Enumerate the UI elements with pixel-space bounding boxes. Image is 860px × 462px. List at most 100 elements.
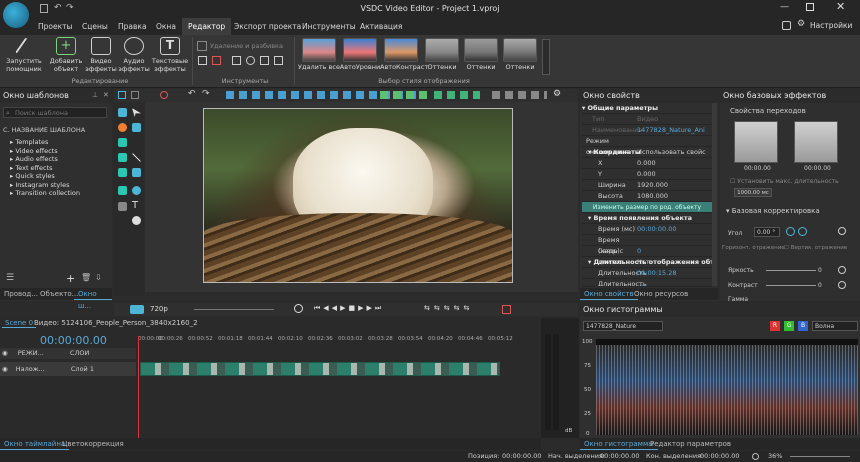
panel-close-icon[interactable]: ✕ — [103, 91, 109, 99]
rotate-icon[interactable] — [246, 56, 255, 65]
flip-vertical-checkbox[interactable]: ☐ Вертик. отражение — [784, 245, 847, 251]
menu-editor[interactable]: Редактор — [182, 18, 232, 35]
rotate-left-icon[interactable] — [786, 227, 795, 236]
brightness-slider[interactable] — [766, 270, 816, 271]
tree-item[interactable]: ▸ Templates — [10, 138, 80, 147]
prop-row[interactable]: Тип Видео — [582, 114, 712, 125]
cut-tool-icon[interactable] — [197, 41, 207, 51]
histogram-mode-select[interactable]: Волна — [812, 321, 858, 331]
menu-edit[interactable]: Правка — [112, 18, 153, 35]
prop-row[interactable]: Режим смешивания Использовать свойс — [582, 136, 712, 156]
pointer-tool-icon[interactable] — [132, 108, 141, 117]
template-search-input[interactable]: ⌕ Поиск шаблона — [3, 107, 107, 118]
arrange-icons[interactable] — [380, 91, 430, 99]
prop-row[interactable]: Наименование1477828_Nature_Ani — [582, 125, 712, 136]
close-button[interactable]: ✕ — [836, 0, 845, 13]
eye-icon[interactable]: ◉ — [2, 365, 8, 373]
tree-item[interactable]: ▸ Instagram styles — [10, 181, 80, 190]
line-tool-icon[interactable] — [132, 153, 141, 162]
display-icons[interactable] — [492, 91, 547, 99]
more-tools-icon[interactable] — [274, 56, 283, 65]
timeline-ruler[interactable]: 00:00:00 00:00:26 00:00:52 00:01:18 00:01:4… — [138, 336, 538, 348]
ellipse-tool-icon[interactable] — [132, 186, 141, 195]
menu-scenes[interactable]: Сцены — [76, 18, 114, 35]
prop-row[interactable]: Длительность00:00:15.28 — [582, 268, 712, 279]
redo-icon[interactable]: ↷ — [202, 89, 210, 99]
tree-item[interactable]: ▸ Text effects — [10, 164, 80, 173]
style-thumb-tints-3[interactable] — [503, 38, 537, 62]
record-icon[interactable] — [160, 91, 168, 99]
crop-icon[interactable] — [198, 56, 207, 65]
sprite-tool-icon[interactable] — [118, 186, 127, 195]
props-scroll[interactable] — [712, 103, 717, 286]
qat-save-icon[interactable] — [40, 4, 48, 13]
tree-item[interactable]: ▸ Transition collection — [10, 189, 80, 198]
layer-row[interactable]: ◉ Налож... Слой 1 — [0, 362, 136, 376]
style-thumb-remove-all[interactable] — [302, 38, 336, 62]
style-thumb-tints-2[interactable] — [464, 38, 498, 62]
group-icons[interactable] — [434, 91, 480, 99]
channel-r[interactable]: R — [770, 321, 780, 331]
flip-horizontal-checkbox[interactable]: Горизонт. отражение — [722, 245, 785, 251]
preview-video-frame[interactable] — [203, 108, 513, 283]
wizard-button[interactable]: Запустить помощник — [4, 37, 44, 85]
reset-contrast-icon[interactable] — [838, 281, 846, 289]
tool-b-icon[interactable] — [131, 91, 139, 99]
prop-row[interactable]: Связь с длител Нет — [582, 246, 712, 266]
rect-tool-icon[interactable] — [132, 168, 141, 177]
trim-icon[interactable] — [232, 56, 241, 65]
image-tool-icon[interactable] — [118, 153, 127, 162]
prop-row[interactable]: Время (кадр) 0 — [582, 235, 712, 255]
preview-settings-icon[interactable]: ⚙ — [553, 89, 561, 99]
channel-g[interactable]: G — [784, 321, 794, 331]
settings-icon[interactable] — [782, 21, 791, 30]
transition-out-thumb[interactable] — [794, 121, 838, 163]
tree-item[interactable]: ▸ Quick styles — [10, 172, 80, 181]
quality-select[interactable]: 720p — [150, 305, 168, 313]
settings-link[interactable]: Настройки — [810, 21, 852, 30]
minimize-button[interactable]: — — [780, 2, 794, 12]
zoom-fit-icon[interactable] — [752, 453, 759, 460]
person-tool-icon[interactable] — [118, 123, 127, 132]
menu-projects[interactable]: Проекты — [32, 18, 78, 35]
qat-undo-icon[interactable]: ↶ — [54, 3, 62, 13]
tab-templates[interactable]: Окно ш... — [74, 288, 112, 310]
maximize-button[interactable] — [806, 3, 814, 11]
scene-tab[interactable]: Scene 0 — [2, 319, 37, 328]
style-thumb-autocontrast[interactable] — [384, 38, 418, 62]
split-icon[interactable] — [212, 56, 221, 65]
contrast-slider[interactable] — [766, 285, 816, 286]
rotate-right-icon[interactable] — [798, 227, 807, 236]
prop-row[interactable]: Длительность.... — [582, 279, 712, 287]
prop-row[interactable]: Y 0.000 — [582, 169, 712, 180]
menu-tools[interactable]: Инструменты — [296, 18, 362, 35]
menu-windows[interactable]: Окна — [150, 18, 182, 35]
style-thumb-tints-1[interactable] — [425, 38, 459, 62]
prop-row[interactable]: X 0.000 — [582, 158, 712, 169]
prop-row[interactable]: Высота 1080.000 — [582, 191, 712, 202]
record-voice-icon[interactable] — [502, 305, 511, 314]
selection-handles[interactable] — [203, 108, 513, 283]
shape-tool-icon[interactable] — [132, 123, 141, 132]
timer-icon[interactable] — [294, 304, 303, 313]
clip-tab[interactable]: Видео: 5124106_People_Person_3840x2160_2 — [34, 319, 198, 327]
tree-item[interactable]: ▸ Video effects — [10, 147, 80, 156]
angle-input[interactable]: 0.00 ° — [754, 227, 780, 237]
video-tool-icon[interactable] — [118, 138, 127, 147]
playback-controls[interactable]: ⏮◀◀▶■▶▶⏭ — [314, 304, 384, 313]
tool-a-icon[interactable] — [118, 91, 126, 99]
max-duration-checkbox[interactable]: ☐ Установить макс. длительность — [730, 178, 839, 185]
transition-in-thumb[interactable] — [734, 121, 778, 163]
eye-icon[interactable]: ◉ — [2, 349, 8, 357]
import-template-icon[interactable]: ⇩ — [95, 273, 102, 282]
prop-row[interactable]: Ширина 1920.000 — [582, 180, 712, 191]
reset-brightness-icon[interactable] — [838, 266, 846, 274]
prop-row[interactable]: Время (мс) 00:00:00.00 — [582, 224, 712, 235]
audio-tool-icon[interactable] — [118, 168, 127, 177]
settings-gear-icon[interactable]: ⚙ — [797, 19, 805, 29]
resize-button[interactable]: Изменить размер по род. объекту — [582, 202, 712, 213]
loop-icons[interactable]: ⇆⇆⇆⇆⇆ — [424, 304, 473, 312]
undo-icon[interactable]: ↶ — [188, 89, 196, 99]
tab-color-correction[interactable]: Цветокоррекция — [58, 438, 128, 450]
qat-redo-icon[interactable]: ↷ — [66, 3, 74, 13]
